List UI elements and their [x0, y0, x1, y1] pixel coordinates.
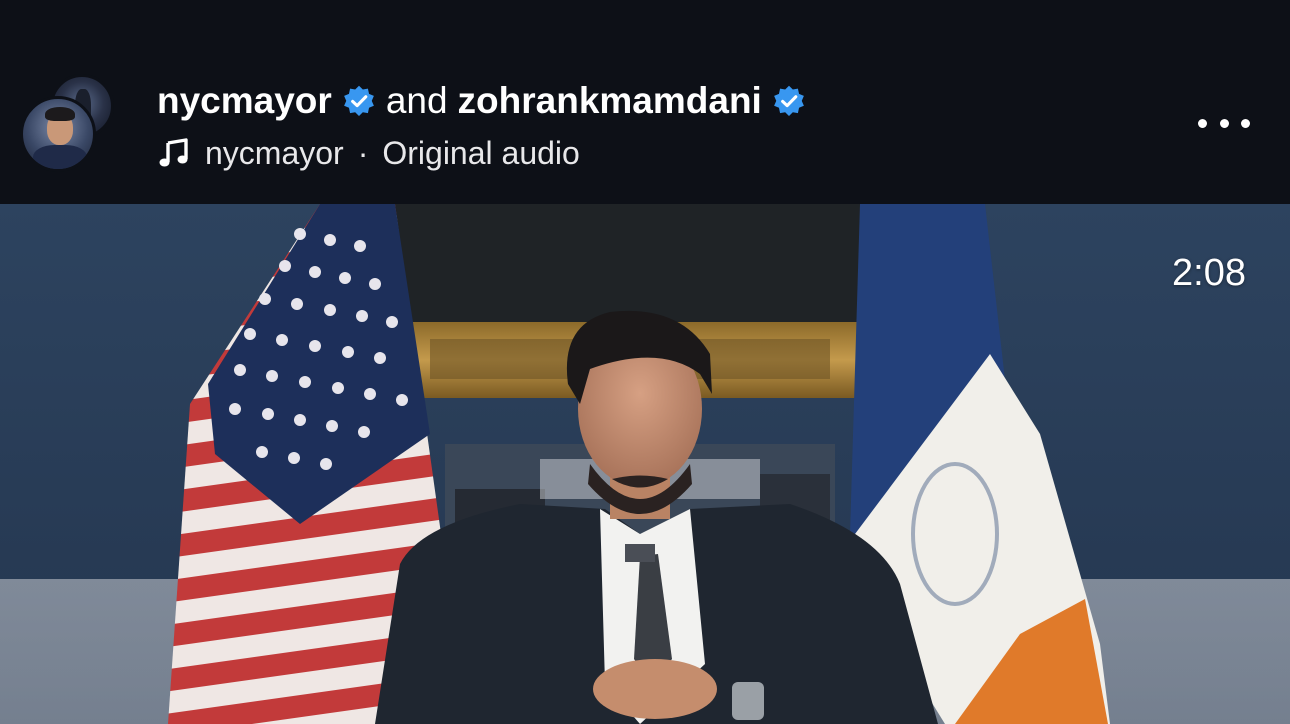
music-note-icon [159, 138, 188, 167]
avatar-primary-hair [45, 107, 75, 121]
audio-label[interactable]: Original audio [382, 135, 579, 172]
video-frame [0, 204, 1290, 724]
post-header: nycmayor and zohrankmamdani nycmayor · O… [0, 0, 1290, 204]
username-primary[interactable]: nycmayor [157, 80, 332, 122]
verified-badge-icon [343, 85, 374, 116]
video-timestamp: 2:08 [1172, 252, 1246, 294]
audio-attribution[interactable]: nycmayor · Original audio [157, 133, 580, 173]
more-options-icon[interactable] [1194, 108, 1254, 138]
avatar-primary[interactable] [20, 96, 96, 172]
avatar-primary-suit [33, 145, 87, 169]
more-dot [1241, 118, 1250, 128]
collab-title: nycmayor and zohrankmamdani [157, 78, 806, 124]
verified-badge-icon [773, 85, 804, 116]
username-secondary[interactable]: zohrankmamdani [458, 80, 762, 122]
collab-conjunction: and [385, 80, 448, 121]
video-player[interactable]: 2:08 [0, 204, 1290, 724]
more-dot [1219, 118, 1229, 128]
audio-owner[interactable]: nycmayor [205, 135, 344, 172]
collab-avatars[interactable] [20, 74, 120, 174]
audio-separator: · [357, 134, 369, 171]
more-dot [1198, 118, 1207, 128]
